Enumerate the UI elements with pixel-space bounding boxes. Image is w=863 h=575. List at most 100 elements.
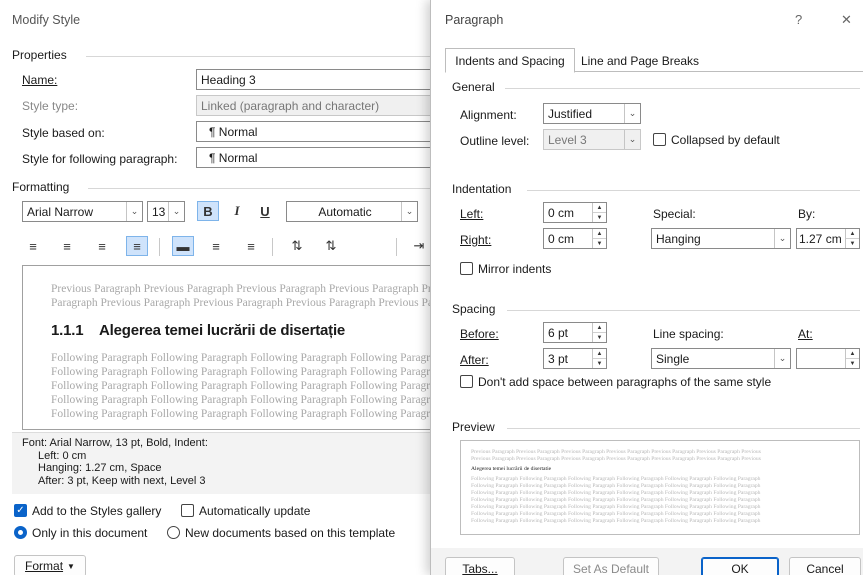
left-indent-input[interactable]: 0 cm ▲ ▼ (543, 202, 607, 223)
spin-up-icon[interactable]: ▲ (846, 349, 859, 358)
tab-line-and-page-breaks[interactable]: Line and Page Breaks (575, 50, 705, 72)
decrease-spacing-icon[interactable]: ⇅ (320, 236, 342, 256)
new-documents-radio[interactable] (167, 526, 180, 539)
mirror-indents-checkbox[interactable] (460, 262, 473, 275)
set-as-default-label: Set As Default (572, 562, 650, 575)
spinner[interactable]: ▲ ▼ (845, 229, 859, 248)
italic-button[interactable]: I (226, 201, 248, 221)
auto-update-label: Automatically update (199, 504, 311, 518)
before-label: Before: (460, 327, 499, 341)
tab-indents-and-spacing[interactable]: Indents and Spacing (445, 48, 575, 73)
add-to-gallery-label: Add to the Styles gallery (32, 504, 162, 518)
preview-heading: 1.1.1 Alegerea temei lucrării de disertaț… (51, 322, 345, 339)
name-input-value: Heading 3 (201, 72, 256, 87)
right-indent-input[interactable]: 0 cm ▲ ▼ (543, 228, 607, 249)
dont-add-space-checkbox[interactable] (460, 375, 473, 388)
cancel-button-label: Cancel (806, 562, 844, 575)
name-label: Name: (22, 73, 58, 87)
desc-line: Hanging: 1.27 cm, Space (38, 462, 162, 474)
style-type-value: Linked (paragraph and character) (201, 98, 380, 113)
spin-up-icon[interactable]: ▲ (593, 229, 606, 238)
bold-label: B (203, 203, 213, 219)
special-select[interactable]: Hanging ⌄ (651, 228, 791, 249)
font-color-select[interactable]: Automatic ⌄ (286, 201, 418, 222)
tab-indents-label: Indents and Spacing (455, 53, 565, 68)
cancel-button[interactable]: Cancel (789, 557, 861, 575)
indentation-heading: Indentation (452, 182, 512, 196)
general-heading: General (452, 80, 495, 94)
before-input[interactable]: 6 pt ▲ ▼ (543, 322, 607, 343)
only-this-document-label: Only in this document (32, 526, 148, 540)
single-spacing-icon[interactable]: ▬ (172, 236, 194, 256)
dont-add-space-label: Don't add space between paragraphs of th… (478, 375, 772, 389)
spinner[interactable]: ▲ ▼ (592, 323, 606, 342)
ok-button[interactable]: OK (701, 557, 779, 575)
outline-level-select: Level 3 ⌄ (543, 129, 641, 150)
properties-heading: Properties (12, 48, 67, 62)
line-spacing-select[interactable]: Single ⌄ (651, 348, 791, 369)
bold-button[interactable]: B (197, 201, 219, 221)
align-right-icon[interactable]: ≡ (91, 236, 113, 256)
spin-up-icon[interactable]: ▲ (593, 349, 606, 358)
after-value: 3 pt (548, 351, 569, 366)
only-this-document-radio[interactable] (14, 526, 27, 539)
chevron-down-icon: ⌄ (168, 202, 184, 221)
close-icon[interactable]: ✕ (841, 12, 852, 28)
alignment-select[interactable]: Justified ⌄ (543, 103, 641, 124)
indent-icon[interactable]: ⇥ (408, 236, 430, 256)
formatting-heading: Formatting (12, 180, 70, 194)
chevron-down-icon: ⌄ (774, 349, 790, 368)
spinner[interactable]: ▲ ▼ (845, 349, 859, 368)
spacing-divider (507, 310, 860, 311)
format-button[interactable]: Format ▼ (14, 555, 86, 575)
spin-down-icon[interactable]: ▼ (846, 238, 859, 248)
toolbar-divider (272, 238, 273, 256)
chevron-down-icon: ⌄ (624, 130, 640, 149)
spinner[interactable]: ▲ ▼ (592, 349, 606, 368)
spin-down-icon[interactable]: ▼ (846, 358, 859, 368)
set-as-default-button[interactable]: Set As Default (563, 557, 659, 575)
by-input[interactable]: 1.27 cm ▲ ▼ (796, 228, 860, 249)
spin-down-icon[interactable]: ▼ (593, 332, 606, 342)
after-label: After: (460, 353, 489, 367)
spinner[interactable]: ▲ ▼ (592, 229, 606, 248)
spin-down-icon[interactable]: ▼ (593, 238, 606, 248)
one-half-spacing-icon[interactable]: ≡ (205, 236, 227, 256)
paragraph-dialog: Paragraph ? ✕ Indents and Spacing Line a… (430, 0, 863, 575)
following-label: Style for following paragraph: (22, 152, 178, 166)
align-left-icon[interactable]: ≡ (22, 236, 44, 256)
based-on-select[interactable]: ¶ Normal (196, 121, 446, 142)
auto-update-checkbox[interactable] (181, 504, 194, 517)
spin-up-icon[interactable]: ▲ (846, 229, 859, 238)
following-select[interactable]: ¶ Normal (196, 147, 446, 168)
spin-down-icon[interactable]: ▼ (593, 358, 606, 368)
name-input[interactable]: Heading 3 (196, 69, 446, 90)
help-icon[interactable]: ? (795, 12, 802, 27)
spin-up-icon[interactable]: ▲ (593, 203, 606, 212)
double-spacing-icon[interactable]: ≡ (240, 236, 262, 256)
spin-down-icon[interactable]: ▼ (593, 212, 606, 222)
preview-following-line: Following Paragraph Following Paragraph … (51, 366, 441, 378)
spin-up-icon[interactable]: ▲ (593, 323, 606, 332)
align-justify-icon[interactable]: ≡ (126, 236, 148, 256)
alignment-label: Alignment: (460, 108, 517, 122)
add-to-gallery-checkbox[interactable]: ✓ (14, 504, 27, 517)
align-center-icon[interactable]: ≡ (56, 236, 78, 256)
mini-heading-line: Alegerea temei lucrării de disertatie (471, 466, 552, 472)
collapsed-checkbox[interactable] (653, 133, 666, 146)
spinner[interactable]: ▲ ▼ (592, 203, 606, 222)
left-indent-value: 0 cm (548, 205, 575, 220)
at-input[interactable]: ▲ ▼ (796, 348, 860, 369)
after-input[interactable]: 3 pt ▲ ▼ (543, 348, 607, 369)
font-color-value: Automatic (318, 204, 372, 219)
underline-button[interactable]: U (254, 201, 276, 221)
increase-spacing-icon[interactable]: ⇅ (286, 236, 308, 256)
format-button-label: Format (25, 559, 64, 573)
based-on-label: Style based on: (22, 126, 105, 140)
font-name-select[interactable]: Arial Narrow ⌄ (22, 201, 143, 222)
toolbar-divider (396, 238, 397, 256)
font-size-select[interactable]: 13 ⌄ (147, 201, 185, 222)
tabs-button[interactable]: Tabs... (445, 557, 515, 575)
based-on-value: ¶ Normal (209, 124, 258, 139)
mini-following-line: Following Paragraph Following Paragraph … (471, 476, 761, 482)
